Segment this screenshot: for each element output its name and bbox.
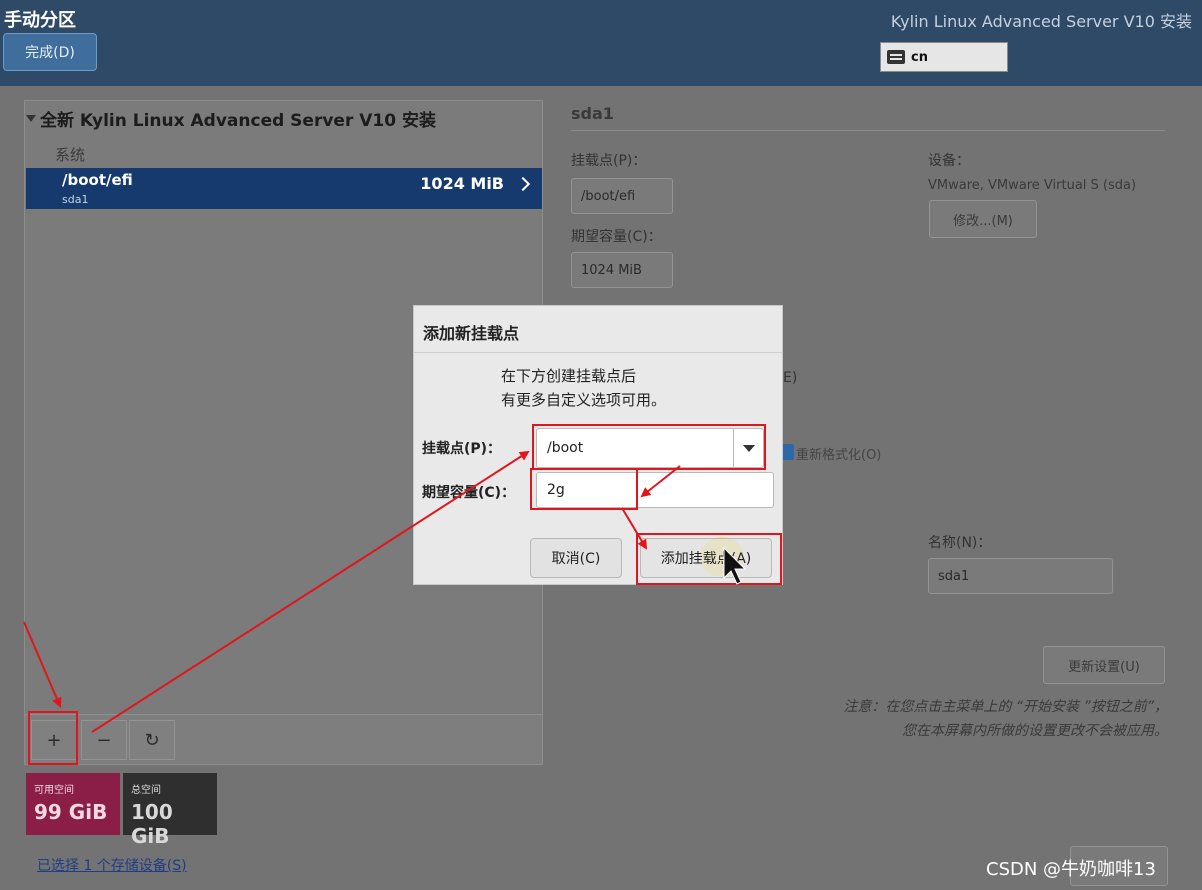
- mount-point-field[interactable]: /boot/efi: [571, 178, 673, 214]
- dialog-capacity-label: 期望容量(C)：: [422, 485, 516, 501]
- dialog-divider: [414, 352, 782, 353]
- total-space-value: 100 GiB: [131, 800, 173, 848]
- done-button[interactable]: 完成(D): [3, 33, 97, 71]
- total-space-label: 总空间: [131, 785, 161, 796]
- available-space-box: 可用空间 99 GiB: [26, 773, 120, 835]
- total-space-box: 总空间 100 GiB: [123, 773, 217, 848]
- dialog-description-line1: 在下方创建挂载点后: [501, 367, 637, 385]
- keyboard-layout-indicator[interactable]: cn: [880, 42, 1008, 72]
- annotation-box-capacity: [530, 468, 638, 510]
- device-heading: sda1: [571, 104, 614, 123]
- dialog-description-line2: 有更多自定义选项可用。: [501, 391, 667, 409]
- partition-device: sda1: [62, 193, 89, 206]
- annotation-box-add: [28, 711, 78, 765]
- divider: [571, 130, 1165, 131]
- selected-storage-link[interactable]: 已选择 1 个存储设备(S): [37, 855, 187, 875]
- keyboard-icon: [887, 50, 905, 64]
- header-bar: 手动分区 完成(D) Kylin Linux Advanced Server V…: [0, 0, 1202, 86]
- device-description: VMware, VMware Virtual S (sda): [928, 178, 1137, 193]
- system-section-label: 系统: [55, 146, 86, 164]
- update-settings-button[interactable]: 更新设置(U): [1043, 646, 1165, 684]
- name-label: 名称(N)：: [928, 535, 992, 551]
- reformat-label: 重新格式化(O): [796, 448, 882, 463]
- dialog-title: 添加新挂载点: [423, 324, 520, 343]
- watermark: CSDN @牛奶咖啡13: [986, 859, 1156, 880]
- dialog-description: 在下方创建挂载点后 有更多自定义选项可用。: [501, 364, 666, 412]
- remove-partition-button[interactable]: −: [81, 720, 127, 760]
- partition-size: 1024 MiB: [420, 174, 504, 193]
- chevron-right-icon: [515, 176, 531, 192]
- annotation-box-add-button: [636, 533, 782, 585]
- annotation-box-mount-point: [532, 424, 766, 470]
- cancel-button[interactable]: 取消(C): [530, 538, 622, 578]
- capacity-label: 期望容量(C)：: [571, 229, 662, 245]
- capacity-field[interactable]: 1024 MiB: [571, 252, 673, 288]
- refresh-icon[interactable]: ↻: [129, 720, 175, 760]
- partition-row-selected[interactable]: /boot/efi sda1 1024 MiB: [26, 168, 542, 209]
- partition-mount-point: /boot/efi: [62, 171, 133, 189]
- page-title: 手动分区: [4, 10, 76, 31]
- product-title: Kylin Linux Advanced Server V10 安装: [890, 12, 1192, 31]
- expand-triangle-icon: [26, 115, 36, 122]
- device-label: 设备：: [928, 153, 970, 169]
- settings-note: 注意：在您点击主菜单上的 “开始安装 ”按钮之前”，您在本屏幕内所做的设置更改不…: [843, 699, 1168, 739]
- install-group-header[interactable]: 全新 Kylin Linux Advanced Server V10 安装: [26, 106, 436, 131]
- reformat-checkbox[interactable]: [782, 444, 794, 460]
- available-space-value: 99 GiB: [34, 800, 108, 824]
- install-group-title: 全新 Kylin Linux Advanced Server V10 安装: [40, 111, 436, 131]
- dialog-mount-point-label: 挂载点(P)：: [422, 441, 502, 457]
- partial-option-text: E): [783, 370, 798, 386]
- keyboard-layout-label: cn: [911, 49, 928, 65]
- available-space-label: 可用空间: [34, 785, 74, 796]
- modify-device-button[interactable]: 修改...(M): [929, 200, 1037, 238]
- mount-point-label: 挂载点(P)：: [571, 153, 647, 169]
- name-field[interactable]: sda1: [928, 558, 1113, 594]
